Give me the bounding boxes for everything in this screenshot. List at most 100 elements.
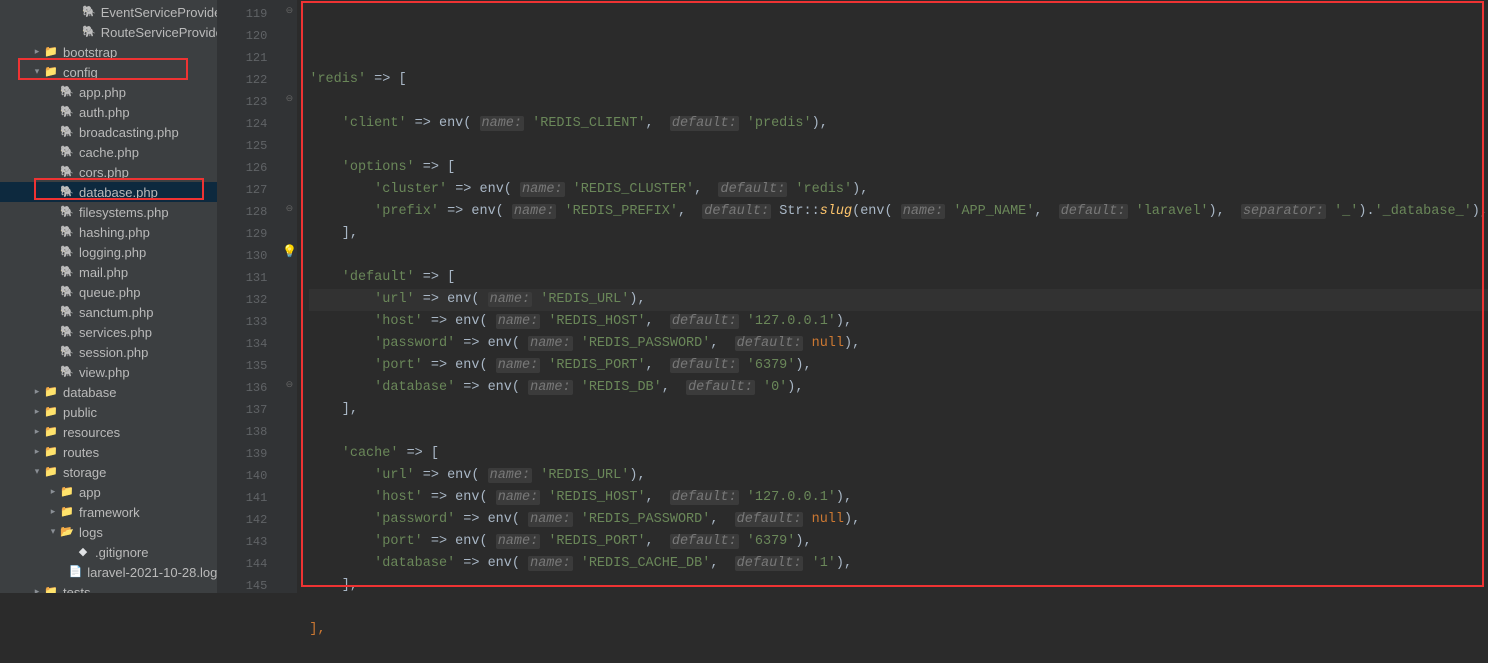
code-line[interactable]: ],	[309, 619, 1488, 641]
code-line[interactable]	[309, 597, 1488, 619]
tree-item-routes[interactable]: ▸📁routes	[0, 442, 217, 462]
line-number: 137	[217, 399, 267, 421]
tree-item-cache-php[interactable]: 🐘cache.php	[0, 142, 217, 162]
tree-item-view-php[interactable]: 🐘view.php	[0, 362, 217, 382]
code-line[interactable]: 'client' => env( name: 'REDIS_CLIENT', d…	[309, 113, 1488, 135]
code-line[interactable]	[309, 91, 1488, 113]
code-line[interactable]: 'password' => env( name: 'REDIS_PASSWORD…	[309, 509, 1488, 531]
tree-item-bootstrap[interactable]: ▸📁bootstrap	[0, 42, 217, 62]
tree-item-label: queue.php	[79, 285, 140, 300]
tree-item-auth-php[interactable]: 🐘auth.php	[0, 102, 217, 122]
code-line[interactable]: 'prefix' => env( name: 'REDIS_PREFIX', d…	[309, 201, 1488, 223]
tree-item-label: cache.php	[79, 145, 139, 160]
log-icon: 📄	[69, 565, 83, 579]
fold-icon[interactable]: ⊖	[281, 88, 297, 110]
chevron-icon[interactable]: ▸	[48, 487, 58, 497]
code-line[interactable]: 'host' => env( name: 'REDIS_HOST', defau…	[309, 487, 1488, 509]
intention-bulb-icon[interactable]: 💡	[282, 244, 297, 259]
tree-item-filesystems-php[interactable]: 🐘filesystems.php	[0, 202, 217, 222]
line-number: 138	[217, 421, 267, 443]
tree-item-config[interactable]: ▾📁config	[0, 62, 217, 82]
fold-icon[interactable]: ⊖	[281, 374, 297, 396]
php-icon: 🐘	[60, 345, 74, 359]
code-area[interactable]: 'redis' => [ 'client' => env( name: 'RED…	[297, 0, 1488, 593]
tree-item-cors-php[interactable]: 🐘cors.php	[0, 162, 217, 182]
tree-item-label: hashing.php	[79, 225, 150, 240]
line-number: 133	[217, 311, 267, 333]
project-tree[interactable]: 🐘EventServiceProvider.php🐘RouteServicePr…	[0, 0, 217, 593]
tree-item-resources[interactable]: ▸📁resources	[0, 422, 217, 442]
tree-item-public[interactable]: ▸📁public	[0, 402, 217, 422]
tree-item-label: config	[63, 65, 98, 80]
chevron-icon[interactable]: ▸	[32, 387, 42, 397]
line-number: 123	[217, 91, 267, 113]
code-line[interactable]: 'host' => env( name: 'REDIS_HOST', defau…	[309, 311, 1488, 333]
php-icon: 🐘	[60, 105, 74, 119]
line-number: 144	[217, 553, 267, 575]
tree-item-label: services.php	[79, 325, 152, 340]
tree-item-framework[interactable]: ▸📁framework	[0, 502, 217, 522]
tree-item--gitignore[interactable]: ◆.gitignore	[0, 542, 217, 562]
tree-item-hashing-php[interactable]: 🐘hashing.php	[0, 222, 217, 242]
code-line[interactable]: 'cluster' => env( name: 'REDIS_CLUSTER',…	[309, 179, 1488, 201]
line-number: 128	[217, 201, 267, 223]
chevron-icon[interactable]: ▸	[32, 407, 42, 417]
code-line[interactable]: 'url' => env( name: 'REDIS_URL'),	[309, 289, 1488, 311]
tree-item-app[interactable]: ▸📁app	[0, 482, 217, 502]
chevron-icon[interactable]: ▾	[48, 527, 58, 537]
code-line[interactable]: ],	[309, 223, 1488, 245]
code-line[interactable]	[309, 245, 1488, 267]
code-line[interactable]: 'default' => [	[309, 267, 1488, 289]
tree-item-RouteServiceProvider-php[interactable]: 🐘RouteServiceProvider.php	[0, 22, 217, 42]
code-line[interactable]: ],	[309, 399, 1488, 421]
php-icon: 🐘	[60, 185, 74, 199]
code-line[interactable]: 'redis' => [	[309, 69, 1488, 91]
tree-item-app-php[interactable]: 🐘app.php	[0, 82, 217, 102]
tree-item-sanctum-php[interactable]: 🐘sanctum.php	[0, 302, 217, 322]
tree-item-label: logging.php	[79, 245, 146, 260]
code-line[interactable]	[309, 421, 1488, 443]
chevron-icon[interactable]: ▸	[32, 447, 42, 457]
chevron-icon[interactable]: ▸	[48, 507, 58, 517]
tree-item-mail-php[interactable]: 🐘mail.php	[0, 262, 217, 282]
tree-item-storage[interactable]: ▾📁storage	[0, 462, 217, 482]
code-line[interactable]: 'database' => env( name: 'REDIS_DB', def…	[309, 377, 1488, 399]
code-line[interactable]: 'port' => env( name: 'REDIS_PORT', defau…	[309, 355, 1488, 377]
line-number: 120	[217, 25, 267, 47]
tree-item-label: broadcasting.php	[79, 125, 179, 140]
tree-item-label: logs	[79, 525, 103, 540]
chevron-icon[interactable]: ▾	[32, 467, 42, 477]
tree-item-logging-php[interactable]: 🐘 logging.php	[0, 242, 217, 262]
tree-item-database[interactable]: ▸📁database	[0, 382, 217, 402]
fold-icon[interactable]: ⊖	[281, 198, 297, 220]
code-line[interactable]: 'password' => env( name: 'REDIS_PASSWORD…	[309, 333, 1488, 355]
code-line[interactable]	[309, 641, 1488, 663]
fold-icon[interactable]: ⊖	[281, 0, 297, 22]
code-line[interactable]	[309, 135, 1488, 157]
code-line[interactable]: 'options' => [	[309, 157, 1488, 179]
tree-item-session-php[interactable]: 🐘session.php	[0, 342, 217, 362]
tree-item-broadcasting-php[interactable]: 🐘 broadcasting.php	[0, 122, 217, 142]
gutter-marks: ⊖ ⊖ ⊖ 💡 ⊖	[281, 0, 297, 593]
folder-db-icon: 📁	[44, 585, 58, 593]
php-icon: 🐘	[60, 125, 74, 139]
chevron-icon[interactable]: ▾	[32, 67, 42, 77]
tree-item-services-php[interactable]: 🐘services.php	[0, 322, 217, 342]
chevron-icon[interactable]: ▸	[32, 587, 42, 593]
tree-item-laravel-2021-10-28-log[interactable]: 📄laravel-2021-10-28.log	[0, 562, 217, 582]
code-line[interactable]: ],	[309, 575, 1488, 597]
chevron-icon[interactable]: ▸	[32, 47, 42, 57]
code-line[interactable]: 'port' => env( name: 'REDIS_PORT', defau…	[309, 531, 1488, 553]
tree-item-logs[interactable]: ▾📂logs	[0, 522, 217, 542]
code-line[interactable]: 'url' => env( name: 'REDIS_URL'),	[309, 465, 1488, 487]
line-number: 135	[217, 355, 267, 377]
tree-item-tests[interactable]: ▸📁tests	[0, 582, 217, 593]
tree-item-queue-php[interactable]: 🐘queue.php	[0, 282, 217, 302]
tree-item-EventServiceProvider-php[interactable]: 🐘EventServiceProvider.php	[0, 2, 217, 22]
code-line[interactable]: 'cache' => [	[309, 443, 1488, 465]
php-icon: 🐘	[60, 265, 74, 279]
code-line[interactable]: 'database' => env( name: 'REDIS_CACHE_DB…	[309, 553, 1488, 575]
tree-item-database-php[interactable]: 🐘database.php	[0, 182, 217, 202]
chevron-icon[interactable]: ▸	[32, 427, 42, 437]
php-icon: 🐘	[60, 245, 74, 259]
